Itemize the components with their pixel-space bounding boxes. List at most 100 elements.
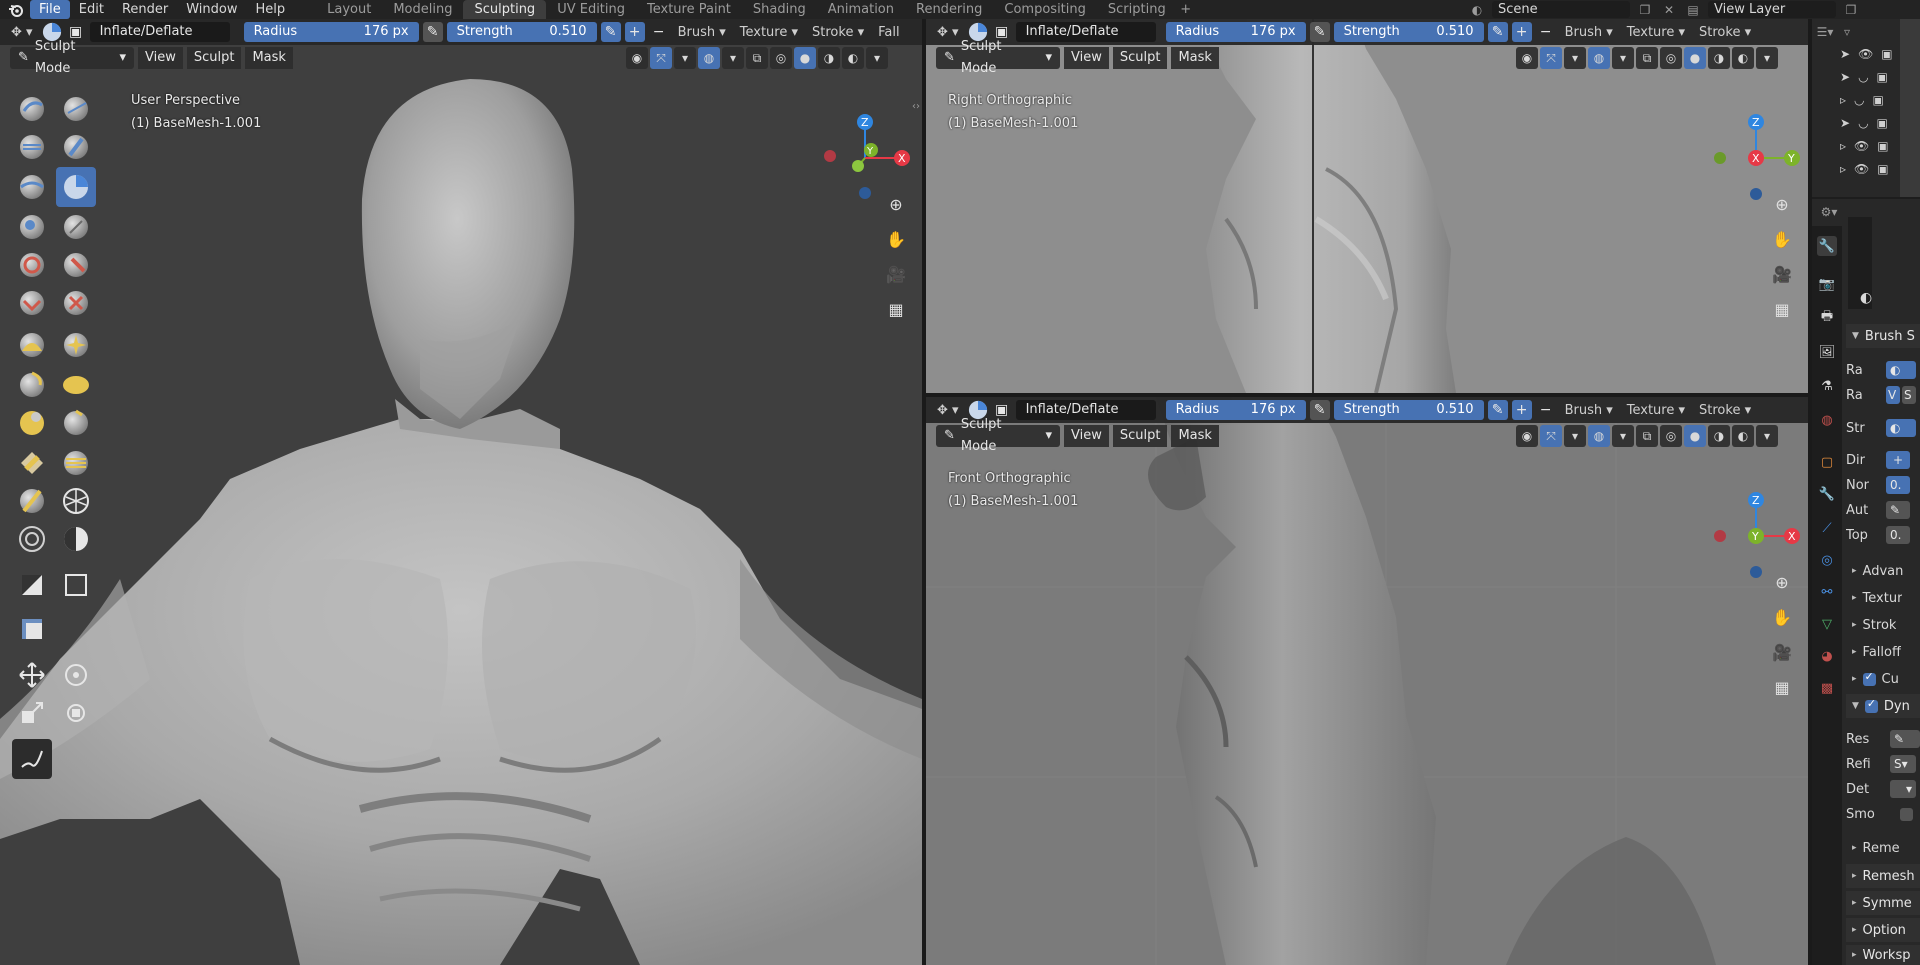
rendered-shading-icon[interactable]: ◐ xyxy=(1732,47,1754,69)
strength-pressure-icon[interactable]: ✎ xyxy=(1487,22,1508,42)
camera-icon[interactable]: 🎥 xyxy=(1768,638,1796,666)
solid-shading-icon[interactable]: ● xyxy=(794,47,816,69)
tab-modeling[interactable]: Modeling xyxy=(382,0,463,19)
hide-in-viewport-icon[interactable]: ◡ xyxy=(1854,93,1864,107)
properties-editor-type-icon[interactable]: ⚙▾ xyxy=(1820,203,1838,220)
sculpt-mode-dropdown[interactable]: ✎ Sculpt Mode ▾ xyxy=(936,39,1060,76)
direction-subtract-icon[interactable]: − xyxy=(1536,22,1556,42)
shading-dropdown-icon[interactable]: ▾ xyxy=(1756,425,1778,447)
dyntopo-checkbox[interactable] xyxy=(1864,697,1878,713)
viewport-right-orthographic[interactable]: ✥ ▾ ▣ Inflate/Deflate Radius 176 px ✎ St… xyxy=(926,19,1808,393)
brush-menu[interactable]: Brush ▾ xyxy=(1560,22,1618,42)
scene-field[interactable]: Scene xyxy=(1492,1,1630,18)
menu-render[interactable]: Render xyxy=(113,0,177,19)
outliner-editor-type-icon[interactable]: ☰▾ xyxy=(1816,23,1834,40)
sculpt-menu[interactable]: Sculpt xyxy=(1112,47,1168,69)
symmetry-dropdown-icon[interactable]: ▾ xyxy=(674,47,696,69)
direction-subtract-icon[interactable]: − xyxy=(649,22,669,42)
mask-by-color-tool-icon[interactable] xyxy=(12,609,52,649)
pinch-tool-icon[interactable] xyxy=(12,325,52,365)
symmetry-icon[interactable]: ⤧ xyxy=(1540,425,1562,447)
advanced-subpanel[interactable]: ▸ Advan xyxy=(1846,561,1903,581)
visibility-icon[interactable]: ◉ xyxy=(1516,47,1538,69)
grid-perspective-icon[interactable]: ▦ xyxy=(1768,673,1796,701)
smooth-tool-icon[interactable] xyxy=(12,245,52,285)
refine-dropdown[interactable]: S▾ xyxy=(1890,755,1916,773)
simplify-tool-icon[interactable] xyxy=(12,519,52,559)
viewport-user-perspective[interactable]: ✥ ▾ ▣ Inflate/Deflate Radius 176 px ✎ St… xyxy=(0,19,922,965)
workspace-panel-header[interactable]: ▸ Worksp xyxy=(1846,945,1920,965)
visibility-icon[interactable]: ◉ xyxy=(1516,425,1538,447)
layer-tool-icon[interactable] xyxy=(12,167,52,207)
wireframe-shading-icon[interactable]: ◎ xyxy=(1660,47,1682,69)
visibility-icon[interactable]: ◉ xyxy=(626,47,648,69)
box-mask-tool-icon[interactable] xyxy=(12,565,52,605)
scale-tool-icon[interactable] xyxy=(12,693,52,733)
overlays-dropdown-icon[interactable]: ▾ xyxy=(722,47,744,69)
outliner-row[interactable]: ➤ 👁 ▣ xyxy=(1840,44,1893,64)
render-visibility-icon[interactable]: ▣ xyxy=(1877,70,1888,84)
view-layer-icon[interactable]: ▤ xyxy=(1684,1,1702,18)
hide-in-viewport-icon[interactable]: 👁 xyxy=(1854,162,1869,176)
rendered-shading-icon[interactable]: ◐ xyxy=(842,47,864,69)
material-shading-icon[interactable]: ◑ xyxy=(1708,425,1730,447)
menu-edit[interactable]: Edit xyxy=(70,0,113,19)
direction-add-icon[interactable]: + xyxy=(1511,22,1532,42)
direction-subtract-icon[interactable]: − xyxy=(1536,400,1556,420)
draw-sharp-tool-icon[interactable] xyxy=(56,89,96,129)
tab-rendering[interactable]: Rendering xyxy=(905,0,993,19)
modifier-tab-icon[interactable]: 🔧 xyxy=(1817,484,1837,504)
tool-tab-icon[interactable]: 🔧 xyxy=(1817,236,1837,256)
overlays-dropdown-icon[interactable]: ▾ xyxy=(1612,425,1634,447)
tab-sculpting[interactable]: Sculpting xyxy=(463,0,547,19)
constraints-tab-icon[interactable]: ⚯ xyxy=(1817,582,1837,602)
smooth-shading-checkbox[interactable] xyxy=(1900,807,1913,821)
direction-add-icon[interactable]: + xyxy=(624,22,645,42)
material-shading-icon[interactable]: ◑ xyxy=(1708,47,1730,69)
radius-slider[interactable]: Radius 176 px xyxy=(1165,400,1306,420)
hide-in-viewport-icon[interactable]: 👁 xyxy=(1858,47,1873,61)
render-visibility-icon[interactable]: ▣ xyxy=(1877,139,1888,153)
brush-settings-panel-header[interactable]: ▼ Brush S xyxy=(1846,324,1920,348)
outliner-scrollbar[interactable] xyxy=(1900,19,1920,197)
brush-menu[interactable]: Brush ▾ xyxy=(1560,400,1618,420)
editor-type-icon[interactable]: ✥ ▾ xyxy=(932,22,964,42)
hide-in-viewport-icon[interactable]: 👁 xyxy=(1854,139,1869,153)
render-visibility-icon[interactable]: ▣ xyxy=(1881,47,1892,61)
world-tab-icon[interactable]: ◍ xyxy=(1817,410,1837,430)
options-panel-header[interactable]: ▸ Option xyxy=(1846,918,1920,942)
strength-field[interactable]: ◐ xyxy=(1886,419,1916,437)
solid-shading-icon[interactable]: ● xyxy=(1684,425,1706,447)
strength-slider[interactable]: Strength 0.510 xyxy=(1333,22,1484,42)
radius-scene-toggle[interactable]: S xyxy=(1902,386,1916,404)
add-workspace-icon[interactable]: + xyxy=(1177,2,1195,17)
overlays-icon[interactable]: ◍ xyxy=(1588,425,1610,447)
radius-field[interactable]: ◐ xyxy=(1886,361,1916,379)
zoom-icon[interactable]: ⊕ xyxy=(882,190,910,218)
texture-menu[interactable]: Texture ▾ xyxy=(1622,22,1690,42)
outliner-row[interactable]: ➤ ◡ ▣ xyxy=(1840,67,1888,87)
view-menu[interactable]: View xyxy=(1064,425,1109,447)
clay-strips-tool-icon[interactable] xyxy=(56,127,96,167)
symmetry-panel-header[interactable]: ▸ Symme xyxy=(1846,891,1920,915)
solid-shading-icon[interactable]: ● xyxy=(1684,47,1706,69)
slide-relax-tool-icon[interactable] xyxy=(56,443,96,483)
tab-texture-paint[interactable]: Texture Paint xyxy=(636,0,742,19)
cursor-checkbox[interactable] xyxy=(1862,670,1876,686)
menu-window[interactable]: Window xyxy=(177,0,246,19)
blender-logo-icon[interactable] xyxy=(6,0,26,19)
overlays-icon[interactable]: ◍ xyxy=(1588,47,1610,69)
detailing-dropdown[interactable]: ▾ xyxy=(1890,780,1916,798)
sculpt-mode-dropdown[interactable]: ✎ Sculpt Mode ▾ xyxy=(10,39,134,76)
rendered-shading-icon[interactable]: ◐ xyxy=(1732,425,1754,447)
xray-icon[interactable]: ⧉ xyxy=(1636,47,1658,69)
stroke-menu[interactable]: Stroke ▾ xyxy=(1694,400,1756,420)
render-visibility-icon[interactable]: ▣ xyxy=(1877,162,1888,176)
pan-hand-icon[interactable]: ✋ xyxy=(1768,603,1796,631)
hide-in-viewport-icon[interactable]: ◡ xyxy=(1858,70,1868,84)
strength-pressure-icon[interactable]: ✎ xyxy=(600,22,621,42)
snake-hook-tool-icon[interactable] xyxy=(12,365,52,405)
pan-hand-icon[interactable]: ✋ xyxy=(1768,225,1796,253)
tab-compositing[interactable]: Compositing xyxy=(993,0,1097,19)
sculpt-menu[interactable]: Sculpt xyxy=(186,47,242,69)
